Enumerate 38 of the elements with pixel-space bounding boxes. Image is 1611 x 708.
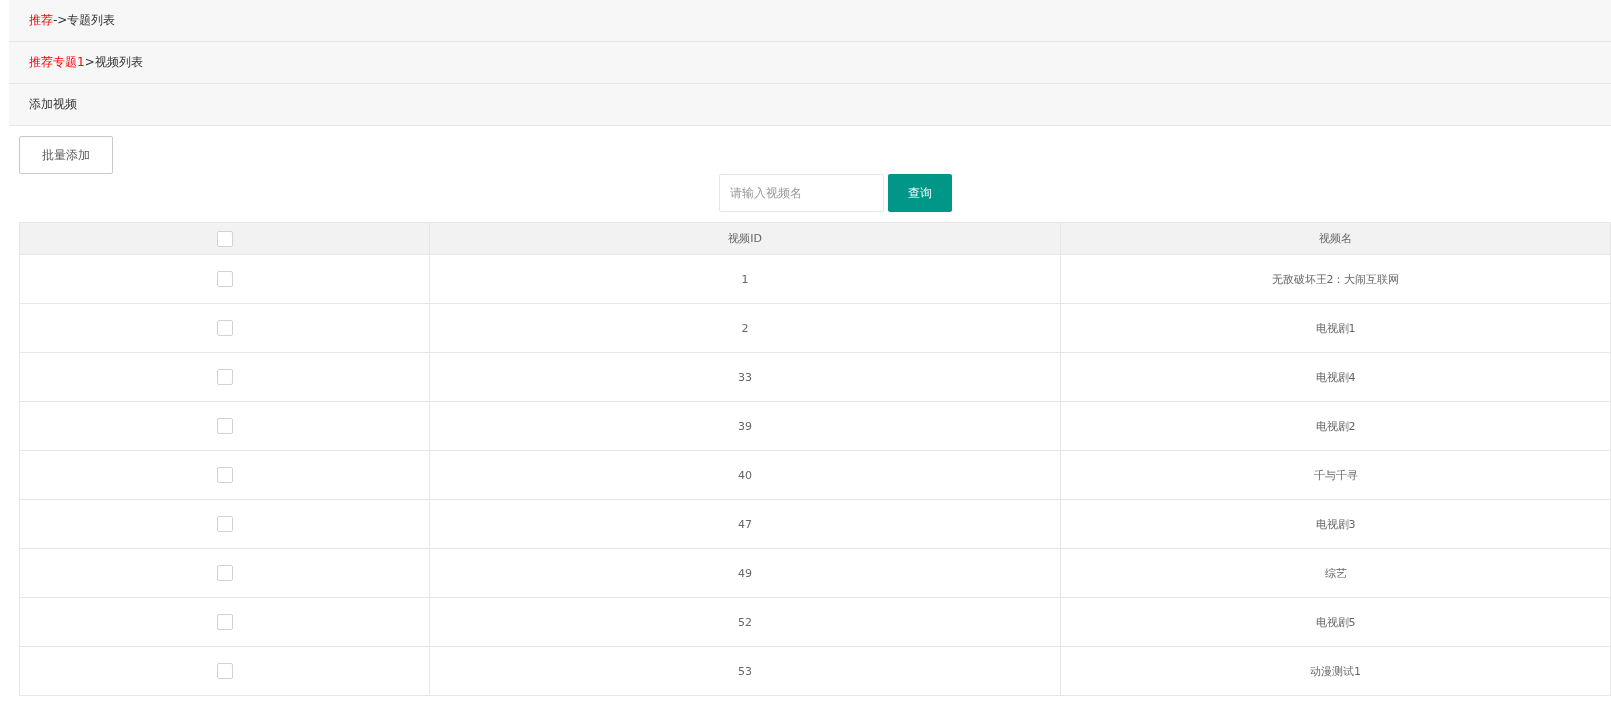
table-cell: 综艺 [1060, 548, 1611, 598]
table-cell: 40 [429, 450, 1061, 500]
table-cell: 无敌破坏王2：大闹互联网 [1060, 254, 1611, 304]
table-cell: 1 [429, 254, 1061, 304]
table-cell: 千与千寻 [1060, 450, 1611, 500]
section-title: 添加视频 [29, 96, 77, 113]
checkbox[interactable] [216, 271, 233, 287]
table-cell: 47 [429, 499, 1061, 549]
table-cell: 53 [429, 646, 1061, 696]
table-cell: 52 [429, 597, 1061, 647]
checkbox[interactable] [216, 663, 233, 679]
table-cell: 电视剧3 [1060, 499, 1611, 549]
breadcrumb-link[interactable]: 推荐 [29, 13, 53, 27]
table-cell: 39 [429, 401, 1061, 451]
checkbox[interactable] [216, 614, 233, 630]
checkbox[interactable] [216, 467, 233, 483]
table-cell: 2 [429, 303, 1061, 353]
column-header: 视频名 [1060, 222, 1611, 255]
search-field[interactable]: 请输入视频名 [719, 174, 884, 212]
query-button[interactable]: 查询 [888, 174, 952, 212]
table-cell: 电视剧1 [1060, 303, 1611, 353]
checkbox[interactable] [216, 369, 233, 385]
checkbox[interactable] [216, 565, 233, 581]
checkbox[interactable] [216, 516, 233, 532]
checkbox[interactable] [216, 320, 233, 336]
breadcrumb: 推荐专题1>视频列表 [29, 54, 143, 71]
table-cell: 动漫测试1 [1060, 646, 1611, 696]
batch-add-button[interactable]: 批量添加 [19, 136, 113, 174]
breadcrumb: 推荐->专题列表 [29, 12, 116, 29]
table-cell: 电视剧5 [1060, 597, 1611, 647]
table-cell: 49 [429, 548, 1061, 598]
table-cell: 33 [429, 352, 1061, 402]
column-header: 视频ID [429, 222, 1061, 255]
table-cell: 电视剧2 [1060, 401, 1611, 451]
table-cell: 电视剧4 [1060, 352, 1611, 402]
breadcrumb-link[interactable]: 推荐专题1 [29, 55, 85, 69]
checkbox[interactable] [216, 418, 233, 434]
checkbox[interactable] [216, 230, 233, 247]
